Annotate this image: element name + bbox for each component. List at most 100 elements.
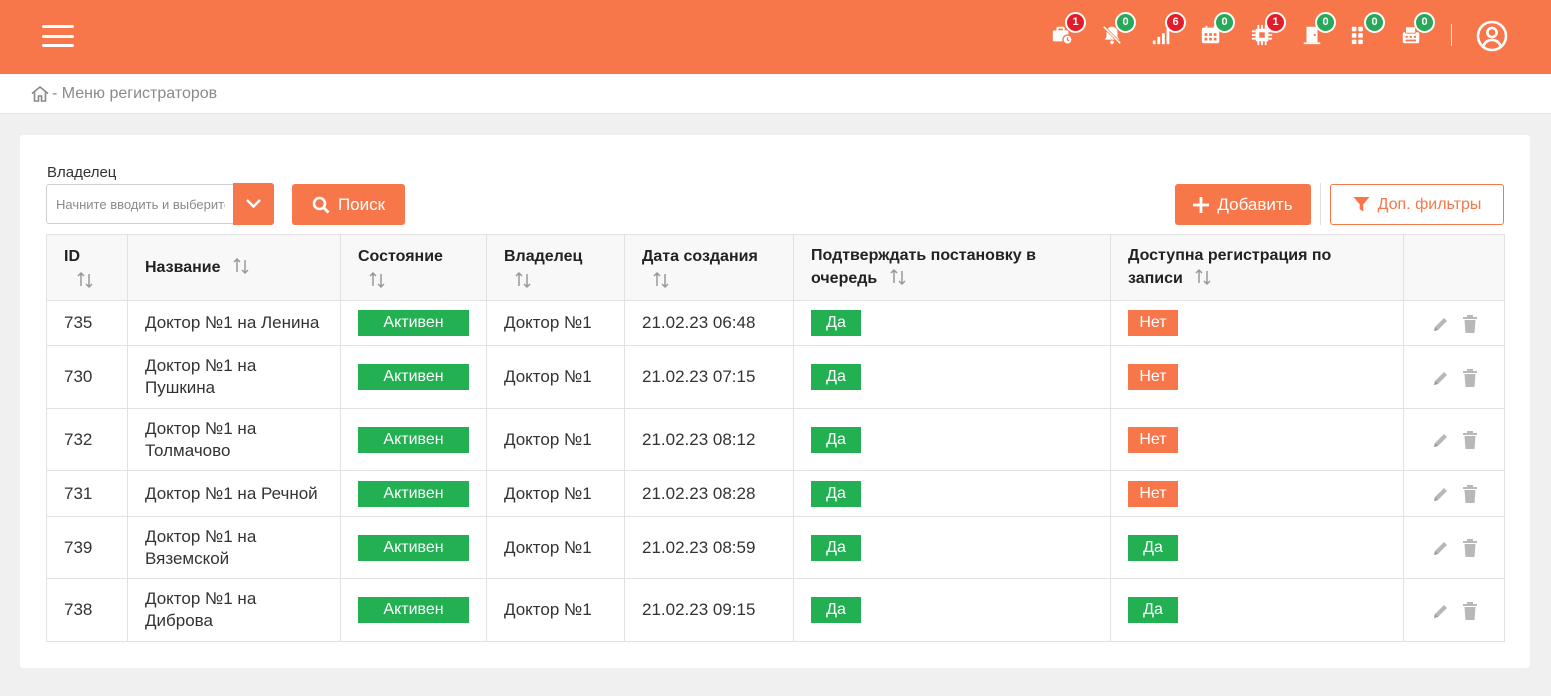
booking-badge: Нет [1128, 426, 1178, 453]
more-filters-button[interactable]: Доп. фильтры [1330, 184, 1504, 225]
confirm-badge: Да [811, 426, 861, 453]
sort-icon[interactable] [1193, 267, 1213, 287]
pencil-icon[interactable] [1431, 601, 1449, 621]
confirm-badge: Да [811, 534, 861, 561]
grid-dots-icon[interactable]: 0 [1350, 12, 1385, 48]
owner-dropdown-button[interactable] [233, 183, 274, 225]
trash-icon[interactable] [1461, 484, 1479, 504]
cell-name: Доктор №1 на Толмачово [127, 408, 341, 471]
printer-icon[interactable]: 0 [1400, 12, 1435, 48]
filter-icon [1353, 197, 1370, 212]
plus-icon [1193, 196, 1210, 213]
cell-owner: Доктор №1 [486, 408, 625, 471]
breadcrumb: - Меню регистраторов [0, 74, 1551, 114]
booking-badge: Да [1128, 597, 1178, 623]
sort-icon[interactable] [367, 270, 387, 290]
home-icon[interactable] [30, 84, 50, 104]
cell-owner: Доктор №1 [486, 345, 625, 409]
search-button-label: Поиск [337, 194, 386, 214]
cell-id: 739 [46, 516, 128, 579]
hamburger-icon[interactable] [42, 25, 74, 47]
cell-owner: Доктор №1 [486, 300, 625, 346]
trash-icon[interactable] [1461, 314, 1479, 334]
cell-created: 21.02.23 06:48 [624, 300, 794, 346]
table-row[interactable]: 732 Доктор №1 на Толмачово Активен Докто… [46, 408, 1505, 471]
owner-input[interactable] [46, 184, 234, 224]
more-filters-label: Доп. фильтры [1377, 195, 1482, 213]
add-button-label: Добавить [1217, 194, 1293, 214]
status-badge: Активен [358, 597, 469, 623]
table-row[interactable]: 735 Доктор №1 на Ленина Активен Доктор №… [46, 300, 1505, 346]
pencil-icon[interactable] [1431, 484, 1449, 504]
cell-name: Доктор №1 на Пушкина [127, 345, 341, 409]
signal-bars-icon[interactable]: 6 [1151, 12, 1186, 48]
confirm-badge: Да [811, 364, 861, 390]
cell-name: Доктор №1 на Диброва [127, 578, 341, 642]
sort-icon[interactable] [231, 256, 251, 276]
pencil-icon[interactable] [1431, 368, 1449, 388]
column-header-booking[interactable]: Доступна регистрация по записи [1110, 234, 1404, 301]
cell-created: 21.02.23 07:15 [624, 345, 794, 409]
chevron-down-icon [246, 199, 261, 209]
booking-badge: Да [1128, 534, 1178, 561]
trash-icon[interactable] [1461, 601, 1479, 621]
sort-icon[interactable] [513, 270, 533, 290]
status-badge: 0 [1364, 12, 1385, 33]
table-row[interactable]: 738 Доктор №1 на Диброва Активен Доктор … [46, 578, 1505, 642]
cell-created: 21.02.23 08:28 [624, 470, 794, 517]
status-badge: 1 [1065, 12, 1086, 33]
owner-label: Владелец [47, 164, 117, 181]
column-header-created[interactable]: Дата создания [624, 234, 794, 301]
pencil-icon[interactable] [1431, 538, 1449, 558]
cell-id: 735 [46, 300, 128, 346]
cell-created: 21.02.23 08:59 [624, 516, 794, 579]
status-badge: Активен [358, 480, 469, 507]
cell-created: 21.02.23 08:12 [624, 408, 794, 471]
add-button[interactable]: Добавить [1175, 184, 1311, 225]
table-header-row: ID Название Состояние Владелец Дата созд… [46, 234, 1505, 301]
booking-badge: Нет [1128, 480, 1178, 507]
cell-name: Доктор №1 на Речной [127, 470, 341, 517]
column-header-name[interactable]: Название [127, 234, 341, 301]
confirm-badge: Да [811, 480, 861, 507]
door-icon[interactable]: 0 [1301, 12, 1336, 48]
cell-owner: Доктор №1 [486, 516, 625, 579]
briefcase-clock-icon[interactable]: 1 [1051, 12, 1086, 48]
pencil-icon[interactable] [1431, 430, 1449, 450]
status-badge: 1 [1265, 12, 1286, 33]
table-row[interactable]: 730 Доктор №1 на Пушкина Активен Доктор … [46, 345, 1505, 409]
status-badge: 0 [1115, 12, 1136, 33]
pencil-icon[interactable] [1431, 314, 1449, 334]
top-bar: 1 0 6 0 1 0 0 0 [0, 0, 1551, 74]
status-badge: Активен [358, 534, 469, 561]
status-badge: 0 [1315, 12, 1336, 33]
status-badge: Активен [358, 426, 469, 453]
status-badge: Активен [358, 310, 469, 336]
confirm-badge: Да [811, 597, 861, 623]
status-badge: 0 [1214, 12, 1235, 33]
column-header-state[interactable]: Состояние [340, 234, 487, 301]
column-header-confirm[interactable]: Подтверждать постановку в очередь [793, 234, 1111, 301]
column-header-actions [1403, 234, 1505, 301]
calendar-icon[interactable]: 0 [1200, 12, 1235, 48]
column-header-id[interactable]: ID [46, 234, 128, 301]
chip-icon[interactable]: 1 [1251, 12, 1286, 48]
bell-off-icon[interactable]: 0 [1101, 12, 1136, 48]
trash-icon[interactable] [1461, 538, 1479, 558]
sort-icon[interactable] [651, 270, 671, 290]
cell-id: 731 [46, 470, 128, 517]
search-button[interactable]: Поиск [292, 184, 405, 225]
table-row[interactable]: 731 Доктор №1 на Речной Активен Доктор №… [46, 470, 1505, 517]
trash-icon[interactable] [1461, 368, 1479, 388]
sort-icon[interactable] [888, 267, 908, 287]
search-icon [312, 196, 330, 213]
cell-id: 738 [46, 578, 128, 642]
sort-icon[interactable] [75, 270, 95, 290]
status-badge: Активен [358, 364, 469, 390]
column-header-owner[interactable]: Владелец [486, 234, 625, 301]
table-row[interactable]: 739 Доктор №1 на Вяземской Активен Докто… [46, 516, 1505, 579]
user-circle-icon[interactable] [1476, 20, 1508, 52]
confirm-badge: Да [811, 310, 861, 336]
trash-icon[interactable] [1461, 430, 1479, 450]
registrators-table: ID Название Состояние Владелец Дата созд… [46, 234, 1505, 642]
